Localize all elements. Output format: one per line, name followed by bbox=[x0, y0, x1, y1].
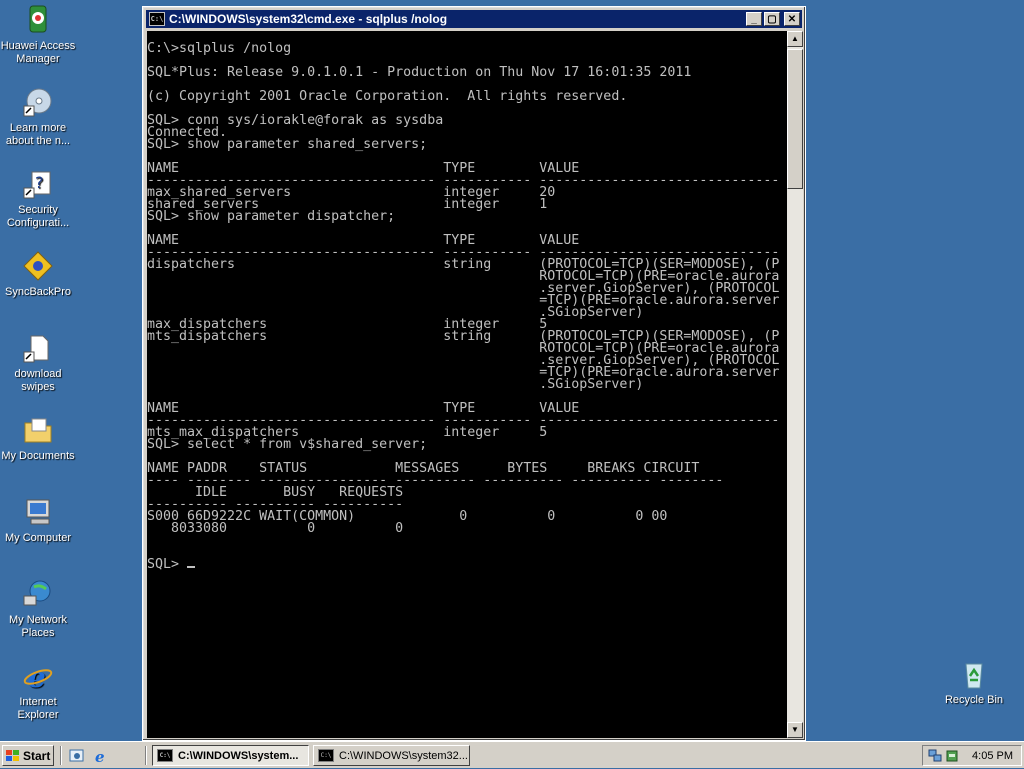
console-line: SQL> select * from v$shared_server; bbox=[147, 437, 428, 452]
windows-logo-icon bbox=[6, 749, 20, 762]
system-tray: 4:05 PM bbox=[922, 745, 1022, 766]
security-config-icon: ? bbox=[22, 168, 54, 200]
console-line: SQL> show parameter dispatcher; bbox=[147, 209, 396, 224]
tray-clock[interactable]: 4:05 PM bbox=[972, 750, 1013, 762]
maximize-button[interactable]: ▢ bbox=[764, 12, 780, 26]
desktop-icon-internet-explorer[interactable]: e Internet Explorer bbox=[0, 660, 76, 722]
console-line: SQL> bbox=[147, 557, 188, 572]
desktop-icon-label: Learn more about the n... bbox=[5, 122, 71, 147]
svg-text:e: e bbox=[28, 661, 46, 692]
quick-launch-desktop-icon[interactable] bbox=[69, 748, 85, 764]
desktop-icon-my-documents[interactable]: My Documents bbox=[0, 414, 76, 463]
console-line: 8033080 0 0 bbox=[147, 521, 404, 536]
taskbar-button-label: C:\WINDOWS\system32... bbox=[339, 749, 468, 762]
desktop-icon-download-swipes[interactable]: download swipes bbox=[0, 332, 76, 394]
desktop-icon-label: My Computer bbox=[4, 532, 72, 544]
syncback-icon bbox=[22, 250, 54, 282]
svg-text:?: ? bbox=[35, 173, 44, 192]
console-app-icon[interactable]: C:\ bbox=[149, 12, 165, 26]
console-line: C:\>sqlplus /nolog bbox=[147, 41, 292, 56]
taskbar-separator bbox=[60, 746, 62, 765]
taskbar: Start e C:\ C:\WINDOWS\system... C:\ C:\… bbox=[0, 741, 1024, 768]
desktop-icon-label: Security Configurati... bbox=[6, 204, 70, 229]
ie-icon: e bbox=[22, 660, 54, 694]
desktop-icon-huawei-access-manager[interactable]: Huawei Access Manager bbox=[0, 4, 76, 66]
taskbar-separator bbox=[145, 746, 147, 765]
desktop-icon-label: Huawei Access Manager bbox=[0, 40, 76, 65]
desktop-icon-label: My Network Places bbox=[8, 614, 68, 639]
desktop-icon-label: Recycle Bin bbox=[944, 694, 1004, 706]
desktop-icon-label: download swipes bbox=[14, 368, 62, 393]
network-icon bbox=[22, 578, 54, 610]
taskbar-button-cmd-active[interactable]: C:\ C:\WINDOWS\system... bbox=[152, 745, 309, 766]
console-line: .SGiopServer) bbox=[147, 377, 644, 392]
desktop-icon-my-computer[interactable]: My Computer bbox=[0, 496, 76, 545]
desktop-icon-security-configuration[interactable]: ? Security Configurati... bbox=[0, 168, 76, 230]
scroll-up-button[interactable]: ▲ bbox=[787, 31, 803, 47]
svg-text:e: e bbox=[95, 748, 105, 764]
vertical-scrollbar[interactable]: ▲ ▼ bbox=[787, 31, 803, 738]
tray-network-icon[interactable] bbox=[928, 749, 942, 763]
cd-icon bbox=[22, 86, 54, 118]
file-icon bbox=[22, 332, 54, 364]
console-icon: C:\ bbox=[318, 749, 334, 762]
desktop-icon-syncbackpro[interactable]: SyncBackPro bbox=[0, 250, 76, 299]
folder-icon bbox=[22, 414, 54, 446]
window-titlebar[interactable]: C:\ C:\WINDOWS\system32\cmd.exe - sqlplu… bbox=[146, 10, 802, 28]
console-icon: C:\ bbox=[157, 749, 173, 762]
quick-launch-ie-icon[interactable]: e bbox=[93, 748, 109, 766]
recycle-bin-icon bbox=[958, 658, 990, 690]
minimize-button[interactable]: _ bbox=[746, 12, 762, 26]
desktop-icon-label: SyncBackPro bbox=[4, 286, 72, 298]
taskbar-button-label: C:\WINDOWS\system... bbox=[178, 749, 299, 762]
tray-huawei-icon[interactable] bbox=[945, 749, 959, 763]
desktop-icon-label: My Documents bbox=[1, 450, 75, 462]
desktop-icon-my-network-places[interactable]: My Network Places bbox=[0, 578, 76, 640]
text-cursor bbox=[187, 566, 196, 568]
console-line: (c) Copyright 2001 Oracle Corporation. A… bbox=[147, 89, 628, 104]
computer-icon bbox=[22, 496, 54, 528]
start-button[interactable]: Start bbox=[2, 745, 54, 766]
close-button[interactable]: ✕ bbox=[784, 12, 800, 26]
console-text: C:\>sqlplus /nolog SQL*Plus: Release 9.0… bbox=[147, 31, 787, 571]
start-label: Start bbox=[23, 748, 51, 763]
console-line: SQL*Plus: Release 9.0.1.0.1 - Production… bbox=[147, 65, 692, 80]
console-line: SQL> show parameter shared_servers; bbox=[147, 137, 428, 152]
scroll-thumb[interactable] bbox=[787, 49, 803, 189]
desktop-icon-recycle-bin[interactable]: Recycle Bin bbox=[936, 658, 1012, 707]
desktop-icon-learn-more[interactable]: Learn more about the n... bbox=[0, 86, 76, 148]
desktop-icon-label: Internet Explorer bbox=[17, 696, 59, 721]
huawei-icon bbox=[22, 4, 54, 36]
scroll-down-button[interactable]: ▼ bbox=[787, 722, 803, 738]
window-title: C:\WINDOWS\system32\cmd.exe - sqlplus /n… bbox=[169, 12, 448, 26]
cmd-window[interactable]: C:\ C:\WINDOWS\system32\cmd.exe - sqlplu… bbox=[142, 6, 806, 741]
console-output[interactable]: C:\>sqlplus /nolog SQL*Plus: Release 9.0… bbox=[147, 31, 787, 738]
taskbar-button-cmd[interactable]: C:\ C:\WINDOWS\system32... bbox=[313, 745, 470, 766]
